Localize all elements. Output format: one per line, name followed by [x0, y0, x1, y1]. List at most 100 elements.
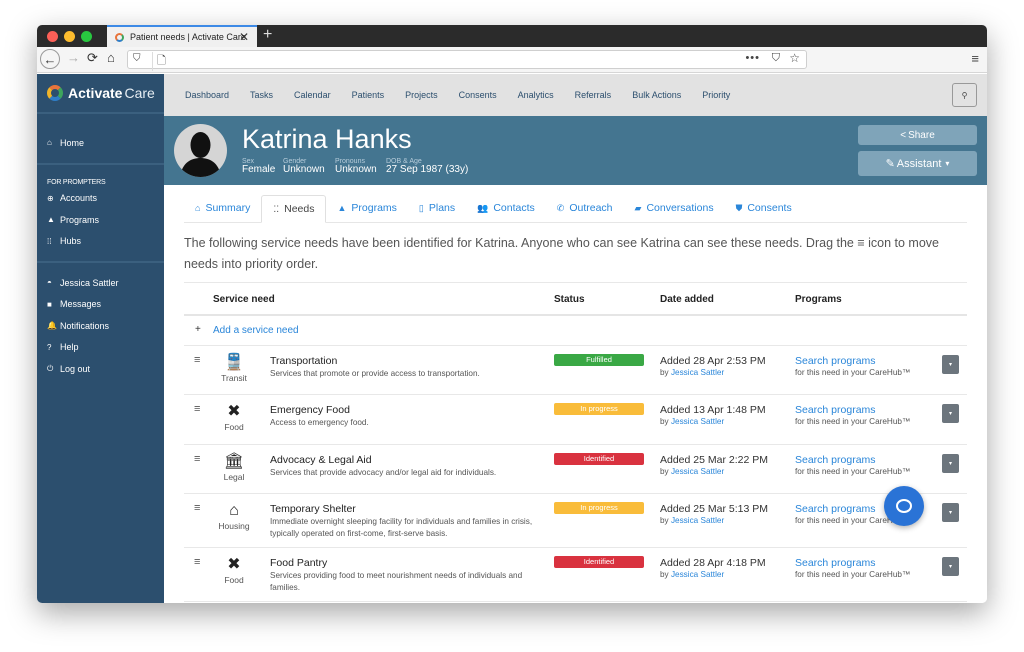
- need-title[interactable]: Food Pantry: [270, 557, 545, 569]
- patient-name: Katrina Hanks: [242, 124, 412, 154]
- sidebar-item-label: Programs: [60, 214, 100, 225]
- need-title[interactable]: Advocacy & Legal Aid: [270, 454, 545, 466]
- nav-referrals[interactable]: Referrals: [575, 90, 612, 100]
- search-programs-link[interactable]: Search programs: [795, 557, 910, 569]
- sidebar-item-messages[interactable]: ■ Messages: [37, 294, 164, 316]
- back-button[interactable]: ←: [40, 49, 60, 69]
- sidebar-item-help[interactable]: ? Help: [37, 337, 164, 359]
- drag-handle-icon[interactable]: ≡: [194, 556, 200, 568]
- row-actions-dropdown[interactable]: ▾: [942, 355, 959, 374]
- nav-calendar[interactable]: Calendar: [294, 90, 331, 100]
- drag-handle-icon[interactable]: ≡: [194, 502, 200, 514]
- row-actions-dropdown[interactable]: ▾: [942, 454, 959, 473]
- tracking-shield-icon[interactable]: ⛉: [133, 53, 141, 64]
- added-by-link[interactable]: Jessica Sattler: [671, 516, 724, 525]
- chat-launcher-button[interactable]: [884, 486, 924, 526]
- search-programs-link[interactable]: Search programs: [795, 404, 910, 416]
- browser-tab[interactable]: Patient needs | Activate Care ✕: [107, 25, 257, 47]
- row-actions-dropdown[interactable]: ▾: [942, 557, 959, 576]
- tab-outreach[interactable]: ✆ Outreach: [546, 194, 624, 222]
- added-by: by Jessica Sattler: [660, 467, 768, 476]
- search-programs-link[interactable]: Search programs: [795, 355, 910, 367]
- bell-icon: 🔔: [47, 321, 57, 331]
- add-service-need-link[interactable]: Add a service need: [213, 325, 299, 336]
- tab-programs[interactable]: ▲ Programs: [326, 194, 407, 222]
- maximize-window-button[interactable]: [81, 31, 92, 42]
- nav-priority[interactable]: Priority: [702, 90, 730, 100]
- pocket-icon[interactable]: ⛉: [772, 52, 780, 65]
- minimize-window-button[interactable]: [64, 31, 75, 42]
- nav-consents[interactable]: Consents: [459, 90, 497, 100]
- hamburger-menu-icon[interactable]: ≡: [971, 51, 979, 66]
- sidebar-item-hubs[interactable]: ⁞⁞ Hubs: [37, 231, 164, 253]
- date-text: Added 13 Apr 1:48 PM: [660, 404, 766, 416]
- search-programs-link[interactable]: Search programs: [795, 454, 910, 466]
- logo-mark-icon: [47, 85, 63, 101]
- programs-subtext: for this need in your CareHub™: [795, 417, 911, 426]
- sidebar: Activate Care ⌂ Home FOR PROMPTERS ⊕ Acc…: [37, 74, 164, 603]
- home-button[interactable]: ⌂: [107, 50, 115, 65]
- category: 🚆 Transit: [212, 354, 256, 383]
- added-by-link[interactable]: Jessica Sattler: [671, 467, 724, 476]
- url-bar[interactable]: ⛉ 🗋 ••• ⛉ ☆: [127, 50, 807, 71]
- tab-close-icon[interactable]: ✕: [239, 30, 249, 44]
- needs-intro-text: The following service needs have been id…: [184, 236, 939, 271]
- nav-patients[interactable]: Patients: [352, 90, 385, 100]
- sidebar-item-notifications[interactable]: 🔔 Notifications: [37, 315, 164, 337]
- sidebar-item-logout[interactable]: ⏻ Log out: [37, 358, 164, 380]
- row-actions-dropdown[interactable]: ▾: [942, 503, 959, 522]
- sidebar-item-accounts[interactable]: ⊕ Accounts: [37, 188, 164, 210]
- share-button[interactable]: < Share: [858, 125, 977, 145]
- nav-dashboard[interactable]: Dashboard: [185, 90, 229, 100]
- added-by-link[interactable]: Jessica Sattler: [671, 417, 724, 426]
- caret-down-icon: ▾: [948, 362, 952, 368]
- tab-needs[interactable]: ⁚⁚ Needs: [261, 195, 327, 223]
- table-row: ≡ 🏛 Legal Advocacy & Legal Aid Services …: [184, 445, 967, 494]
- category: ✖ Food: [212, 403, 256, 432]
- nav-tasks[interactable]: Tasks: [250, 90, 273, 100]
- by-prefix: by: [660, 368, 669, 377]
- needs-icon: ⁚⁚: [273, 203, 280, 214]
- drag-handle-icon[interactable]: ≡: [194, 453, 200, 465]
- date-added: Added 28 Apr 4:18 PM by Jessica Sattler: [660, 557, 766, 579]
- category-label: Transit: [221, 373, 247, 383]
- forward-button[interactable]: →: [67, 50, 80, 65]
- header-status: Status: [554, 294, 585, 305]
- need-title[interactable]: Emergency Food: [270, 404, 545, 416]
- need-info: Advocacy & Legal Aid Services that provi…: [270, 454, 545, 479]
- date-text: Added 28 Apr 2:53 PM: [660, 355, 766, 367]
- close-window-button[interactable]: [47, 31, 58, 42]
- new-tab-button[interactable]: +: [263, 26, 272, 44]
- search-button[interactable]: ⚲: [952, 83, 977, 107]
- bookmark-star-icon[interactable]: ☆: [789, 51, 800, 65]
- need-title[interactable]: Temporary Shelter: [270, 503, 545, 515]
- reload-button[interactable]: ⟳: [87, 50, 98, 66]
- category-label: Food: [224, 422, 244, 432]
- page-actions-icon[interactable]: •••: [745, 52, 760, 64]
- search-icon: ⚲: [961, 90, 968, 100]
- nav-projects[interactable]: Projects: [405, 90, 438, 100]
- home-icon: ⌂: [47, 138, 52, 148]
- tab-consents[interactable]: ⛊ Consents: [725, 194, 803, 222]
- header-date-added: Date added: [660, 294, 714, 305]
- nav-bulk-actions[interactable]: Bulk Actions: [632, 90, 681, 100]
- sidebar-item-home[interactable]: ⌂ Home: [37, 132, 164, 154]
- browser-window: Patient needs | Activate Care ✕ + ← → ⟳ …: [37, 25, 987, 603]
- nav-analytics[interactable]: Analytics: [518, 90, 554, 100]
- row-actions-dropdown[interactable]: ▾: [942, 404, 959, 423]
- tab-plans[interactable]: ▯ Plans: [408, 194, 466, 222]
- tab-summary[interactable]: ⌂ Summary: [184, 194, 261, 222]
- added-by-link[interactable]: Jessica Sattler: [671, 368, 724, 377]
- drag-handle-icon[interactable]: ≡: [194, 403, 200, 415]
- assistant-button[interactable]: ✎ Assistant ▾: [858, 151, 977, 176]
- logo[interactable]: Activate Care: [37, 74, 164, 114]
- added-by: by Jessica Sattler: [660, 570, 766, 579]
- tab-contacts[interactable]: 👥 Contacts: [466, 194, 546, 222]
- drag-handle-icon[interactable]: ≡: [194, 354, 200, 366]
- need-title[interactable]: Transportation: [270, 355, 545, 367]
- sidebar-item-user[interactable]: ◓ Jessica Sattler: [37, 272, 164, 294]
- tab-conversations[interactable]: ▰ Conversations: [624, 194, 725, 222]
- added-by-link[interactable]: Jessica Sattler: [671, 570, 724, 579]
- share-icon: <: [900, 129, 907, 141]
- sidebar-item-programs[interactable]: ▲ Programs: [37, 209, 164, 231]
